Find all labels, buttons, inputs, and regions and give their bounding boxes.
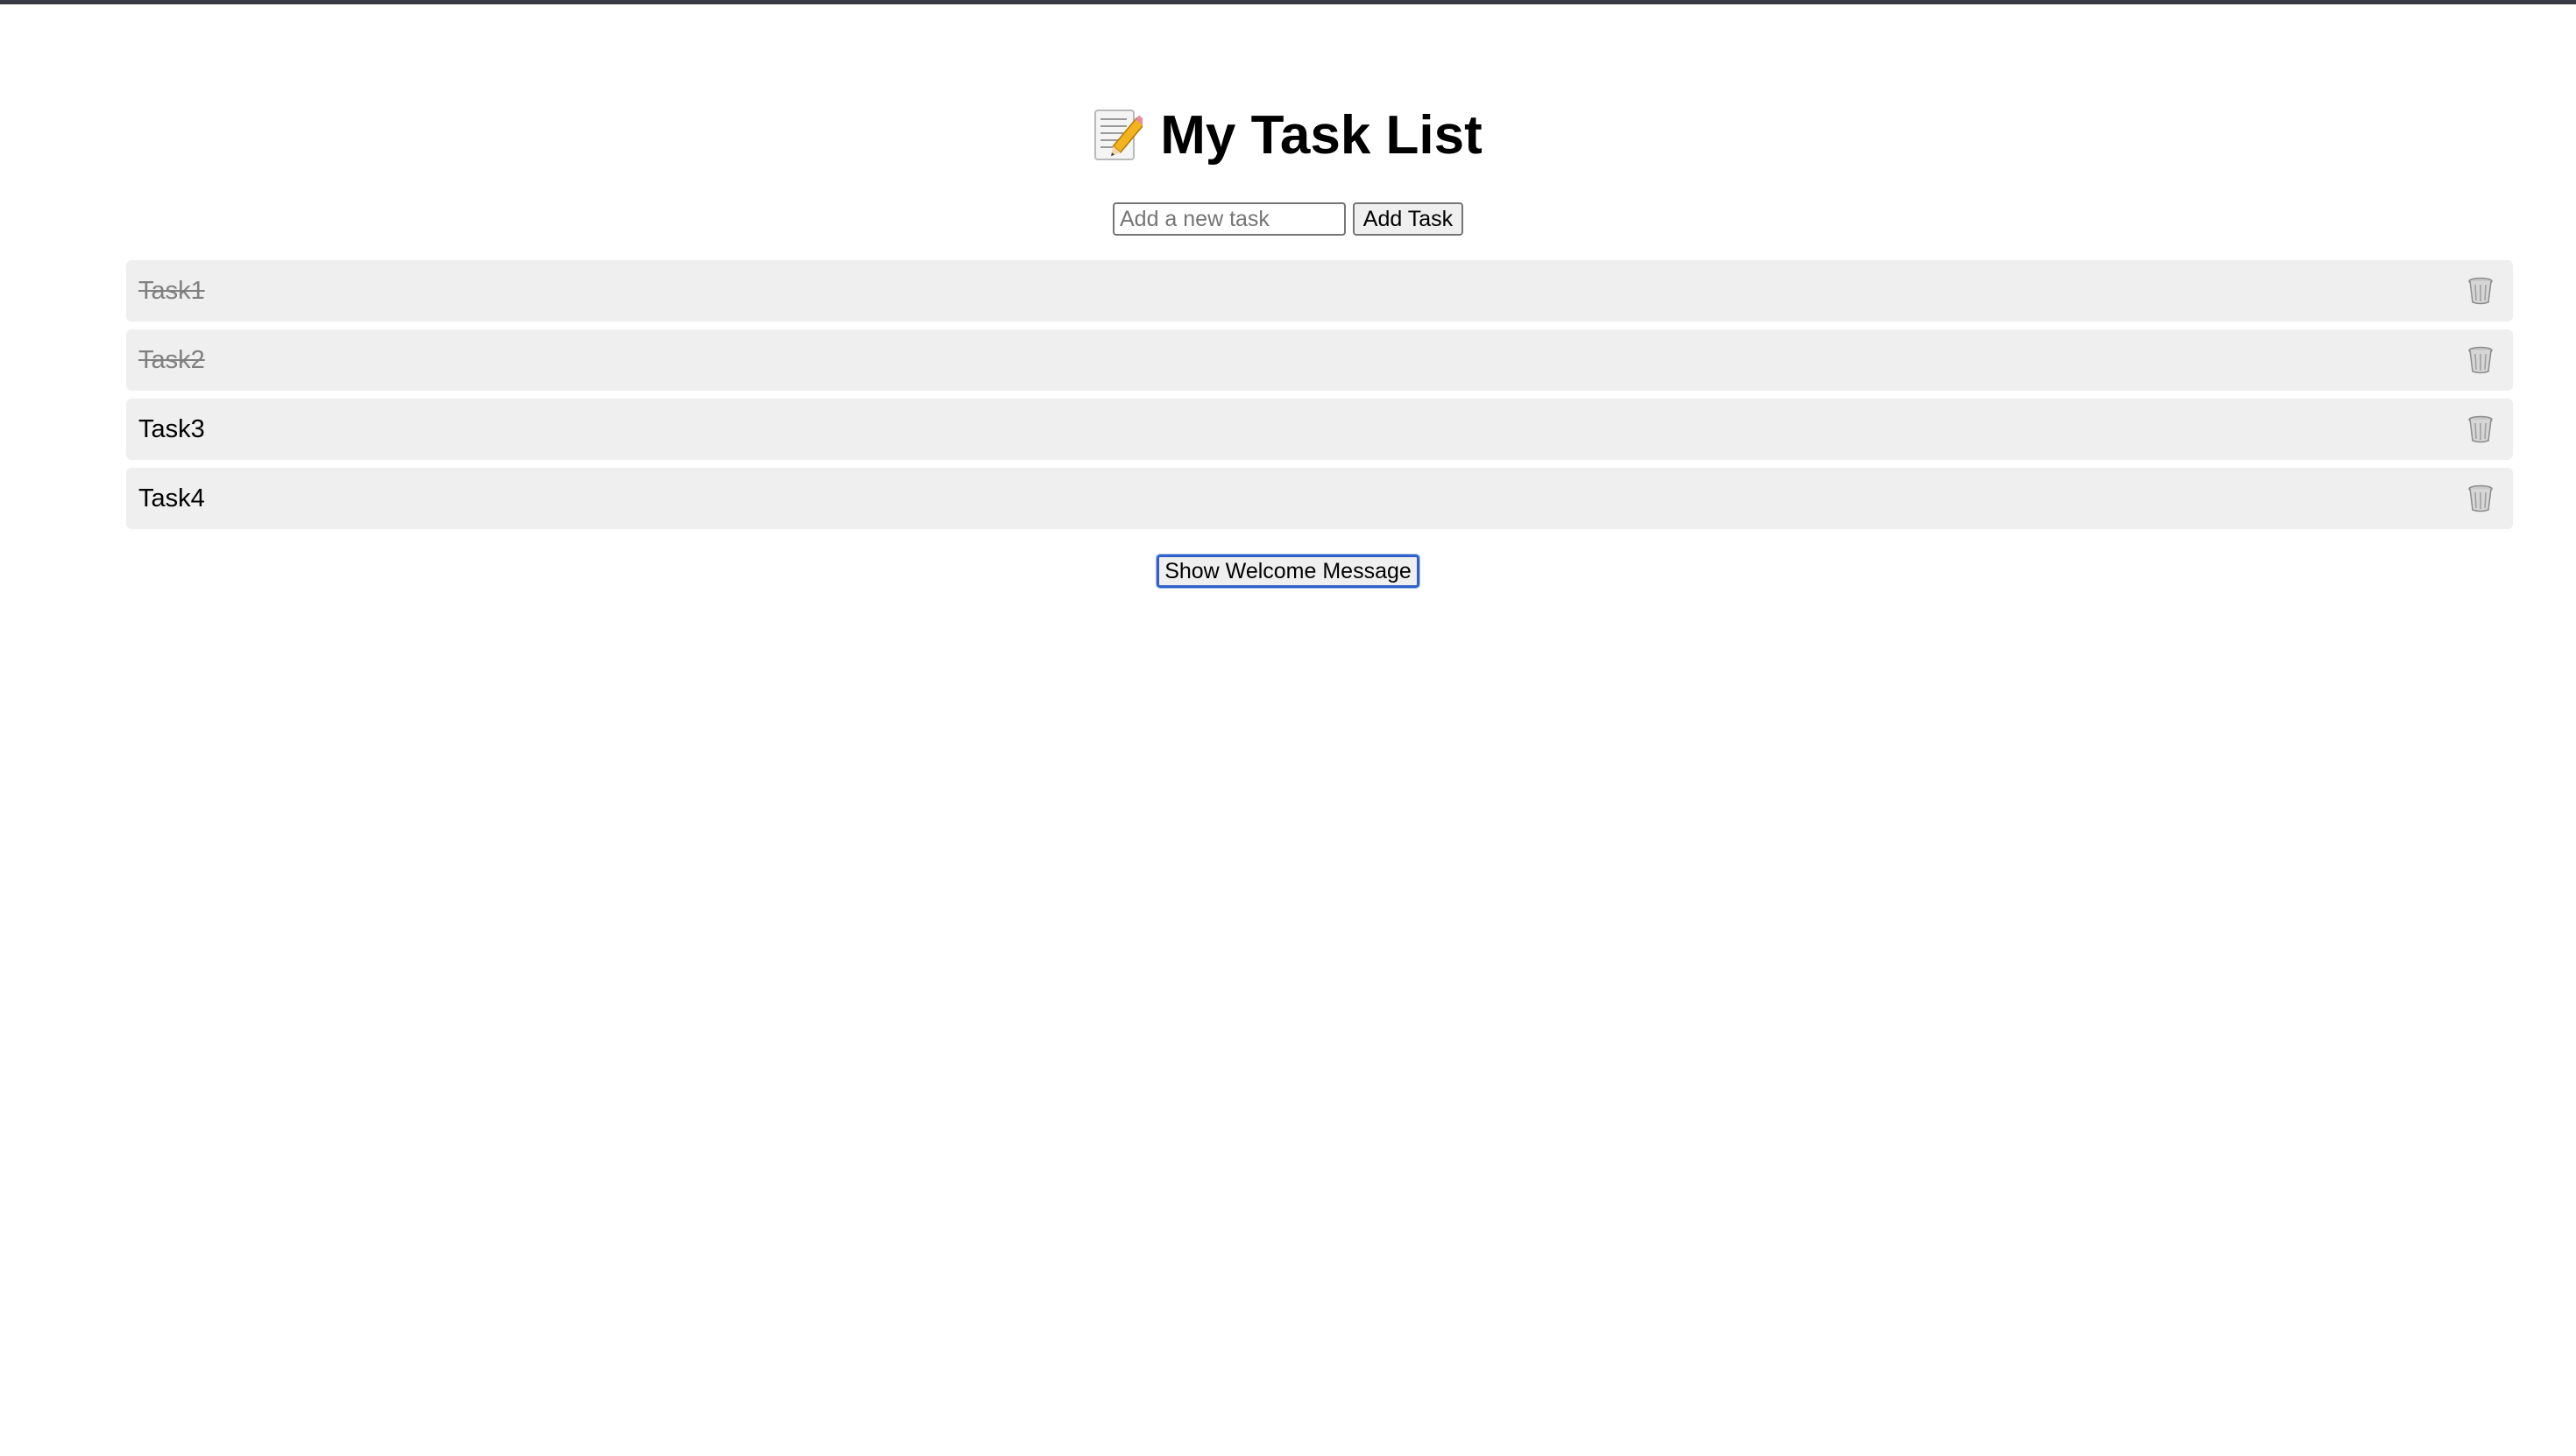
task-label[interactable]: Task3 bbox=[138, 415, 205, 444]
task-label[interactable]: Task2 bbox=[138, 346, 205, 375]
wastebasket-icon[interactable] bbox=[2467, 484, 2494, 512]
add-task-form: Add Task bbox=[0, 201, 2576, 237]
task-label[interactable]: Task4 bbox=[138, 484, 205, 513]
window-top-bar bbox=[0, 0, 2576, 4]
add-task-button[interactable]: Add Task bbox=[1353, 202, 1463, 236]
task-item[interactable]: Task4 bbox=[126, 468, 2513, 529]
page-title: My Task List bbox=[1160, 105, 1483, 166]
wastebasket-icon[interactable] bbox=[2467, 346, 2494, 374]
show-welcome-message-button[interactable]: Show Welcome Message bbox=[1156, 554, 1420, 589]
task-item[interactable]: Task2 bbox=[126, 329, 2513, 391]
new-task-input[interactable] bbox=[1113, 202, 1346, 236]
wastebasket-icon[interactable] bbox=[2467, 415, 2494, 443]
memo-pencil-icon bbox=[1093, 109, 1147, 163]
wastebasket-icon[interactable] bbox=[2467, 277, 2494, 305]
task-list: Task1 Task2 Task3 Task4 bbox=[126, 260, 2513, 537]
page-header: My Task List bbox=[0, 98, 2576, 173]
task-item[interactable]: Task1 bbox=[126, 260, 2513, 322]
task-item[interactable]: Task3 bbox=[126, 399, 2513, 460]
task-label[interactable]: Task1 bbox=[138, 277, 205, 306]
welcome-row: Show Welcome Message bbox=[0, 554, 2576, 589]
